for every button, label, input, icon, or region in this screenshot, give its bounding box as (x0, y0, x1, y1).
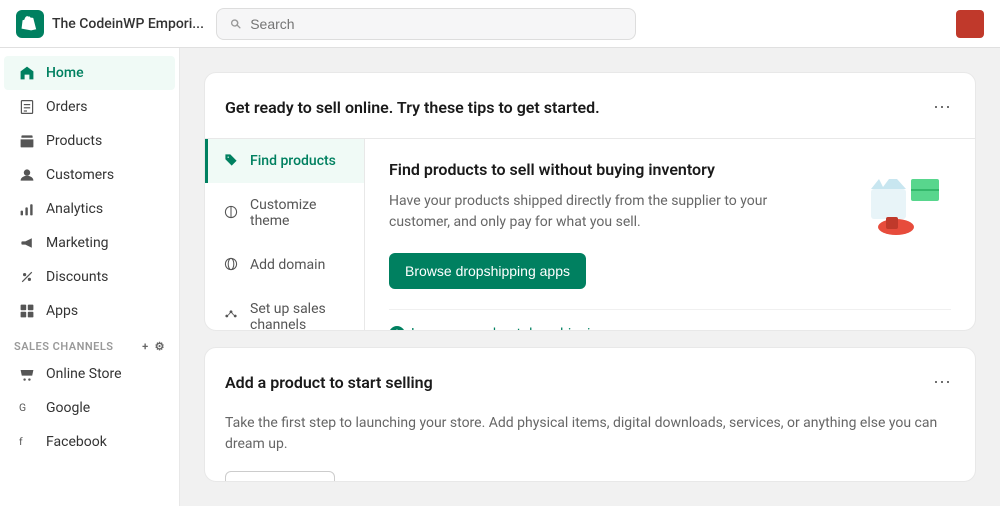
main-layout: Home Orders Products Customers Analytics (0, 48, 1000, 506)
search-icon (229, 17, 242, 31)
tip-item-add-domain[interactable]: Add domain (205, 243, 364, 287)
svg-text:G: G (19, 401, 26, 414)
nav-right (956, 10, 984, 38)
tip-content-inner: Find products to sell without buying inv… (389, 159, 951, 289)
tips-sidebar: Find products Customize theme Add domain (205, 139, 365, 331)
product-card-body: Take the first step to launching your st… (205, 413, 975, 482)
tip-content: Find products to sell without buying inv… (365, 139, 975, 331)
store-branding: The CodeinWP Empori... (16, 10, 204, 38)
tips-card: Get ready to sell online. Try these tips… (204, 72, 976, 331)
sidebar-discounts-label: Discounts (46, 269, 108, 285)
tips-card-header: Get ready to sell online. Try these tips… (205, 73, 975, 138)
sidebar-item-home[interactable]: Home (4, 56, 175, 90)
product-more-button[interactable]: ⋯ (929, 368, 955, 397)
sidebar-item-discounts[interactable]: Discounts (4, 260, 175, 294)
sidebar: Home Orders Products Customers Analytics (0, 48, 180, 506)
product-card: Add a product to start selling ⋯ Take th… (204, 347, 976, 482)
sidebar-apps-label: Apps (46, 303, 78, 319)
tip-illustration (851, 159, 951, 243)
tag-icon (224, 153, 240, 169)
orders-icon (18, 98, 36, 116)
tip-text: Find products to sell without buying inv… (389, 159, 831, 289)
apps-icon (18, 302, 36, 320)
tip-sales-label: Set up sales channels (250, 301, 348, 331)
sidebar-item-apps[interactable]: Apps (4, 294, 175, 328)
products-icon (18, 132, 36, 150)
facebook-icon: f (18, 433, 36, 451)
sidebar-item-marketing[interactable]: Marketing (4, 226, 175, 260)
tip-learn-more-link[interactable]: i Learn more about dropshipping (389, 309, 951, 331)
facebook-label: Facebook (46, 434, 107, 450)
search-input[interactable] (250, 16, 623, 32)
sidebar-item-products[interactable]: Products (4, 124, 175, 158)
sales-channels-section: SALES CHANNELS + ⚙ (0, 328, 179, 357)
add-sales-channel-icon[interactable]: + (142, 340, 149, 353)
content-area: Get ready to sell online. Try these tips… (180, 48, 1000, 506)
sidebar-analytics-label: Analytics (46, 201, 103, 217)
shopify-logo (16, 10, 44, 38)
avatar[interactable] (956, 10, 984, 38)
tip-active-description: Have your products shipped directly from… (389, 191, 831, 233)
settings-sales-channel-icon[interactable]: ⚙ (155, 340, 165, 353)
tip-item-customize-theme[interactable]: Customize theme (205, 183, 364, 243)
store-name: The CodeinWP Empori... (52, 16, 204, 32)
analytics-icon (18, 200, 36, 218)
customize-icon (224, 205, 240, 221)
online-store-label: Online Store (46, 366, 122, 382)
tip-active-title: Find products to sell without buying inv… (389, 159, 831, 181)
discounts-icon (18, 268, 36, 286)
sidebar-item-customers[interactable]: Customers (4, 158, 175, 192)
sidebar-products-label: Products (46, 133, 102, 149)
sidebar-item-online-store[interactable]: Online Store (4, 357, 175, 391)
sidebar-orders-label: Orders (46, 99, 88, 115)
tips-layout: Find products Customize theme Add domain (205, 138, 975, 331)
tips-card-title: Get ready to sell online. Try these tips… (225, 98, 600, 117)
add-product-button[interactable]: Add product (225, 471, 335, 482)
domain-icon (224, 257, 240, 273)
search-bar[interactable] (216, 8, 636, 40)
tip-link-label: Learn more about dropshipping (411, 326, 606, 331)
sidebar-item-analytics[interactable]: Analytics (4, 192, 175, 226)
top-nav: The CodeinWP Empori... (0, 0, 1000, 48)
marketing-icon (18, 234, 36, 252)
section-actions: + ⚙ (142, 340, 165, 353)
google-label: Google (46, 400, 90, 416)
sidebar-marketing-label: Marketing (46, 235, 109, 251)
svg-text:f: f (19, 435, 23, 448)
sidebar-home-label: Home (46, 65, 84, 81)
product-card-header: Add a product to start selling ⋯ (205, 348, 975, 413)
tip-item-find-products[interactable]: Find products (205, 139, 364, 183)
product-card-title: Add a product to start selling (225, 373, 433, 392)
product-card-description: Take the first step to launching your st… (225, 413, 955, 455)
tip-customize-label: Customize theme (250, 197, 348, 229)
tip-cta-button[interactable]: Browse dropshipping apps (389, 253, 586, 289)
sales-icon (224, 309, 240, 325)
sidebar-item-orders[interactable]: Orders (4, 90, 175, 124)
tips-more-button[interactable]: ⋯ (929, 93, 955, 122)
sidebar-customers-label: Customers (46, 167, 114, 183)
tip-find-products-label: Find products (250, 153, 336, 169)
customers-icon (18, 166, 36, 184)
store-icon (18, 365, 36, 383)
sidebar-item-facebook[interactable]: f Facebook (4, 425, 175, 459)
home-icon (18, 64, 36, 82)
google-icon: G (18, 399, 36, 417)
tip-domain-label: Add domain (250, 257, 325, 273)
sidebar-item-google[interactable]: G Google (4, 391, 175, 425)
tip-item-setup-sales[interactable]: Set up sales channels (205, 287, 364, 331)
info-icon: i (389, 326, 405, 331)
